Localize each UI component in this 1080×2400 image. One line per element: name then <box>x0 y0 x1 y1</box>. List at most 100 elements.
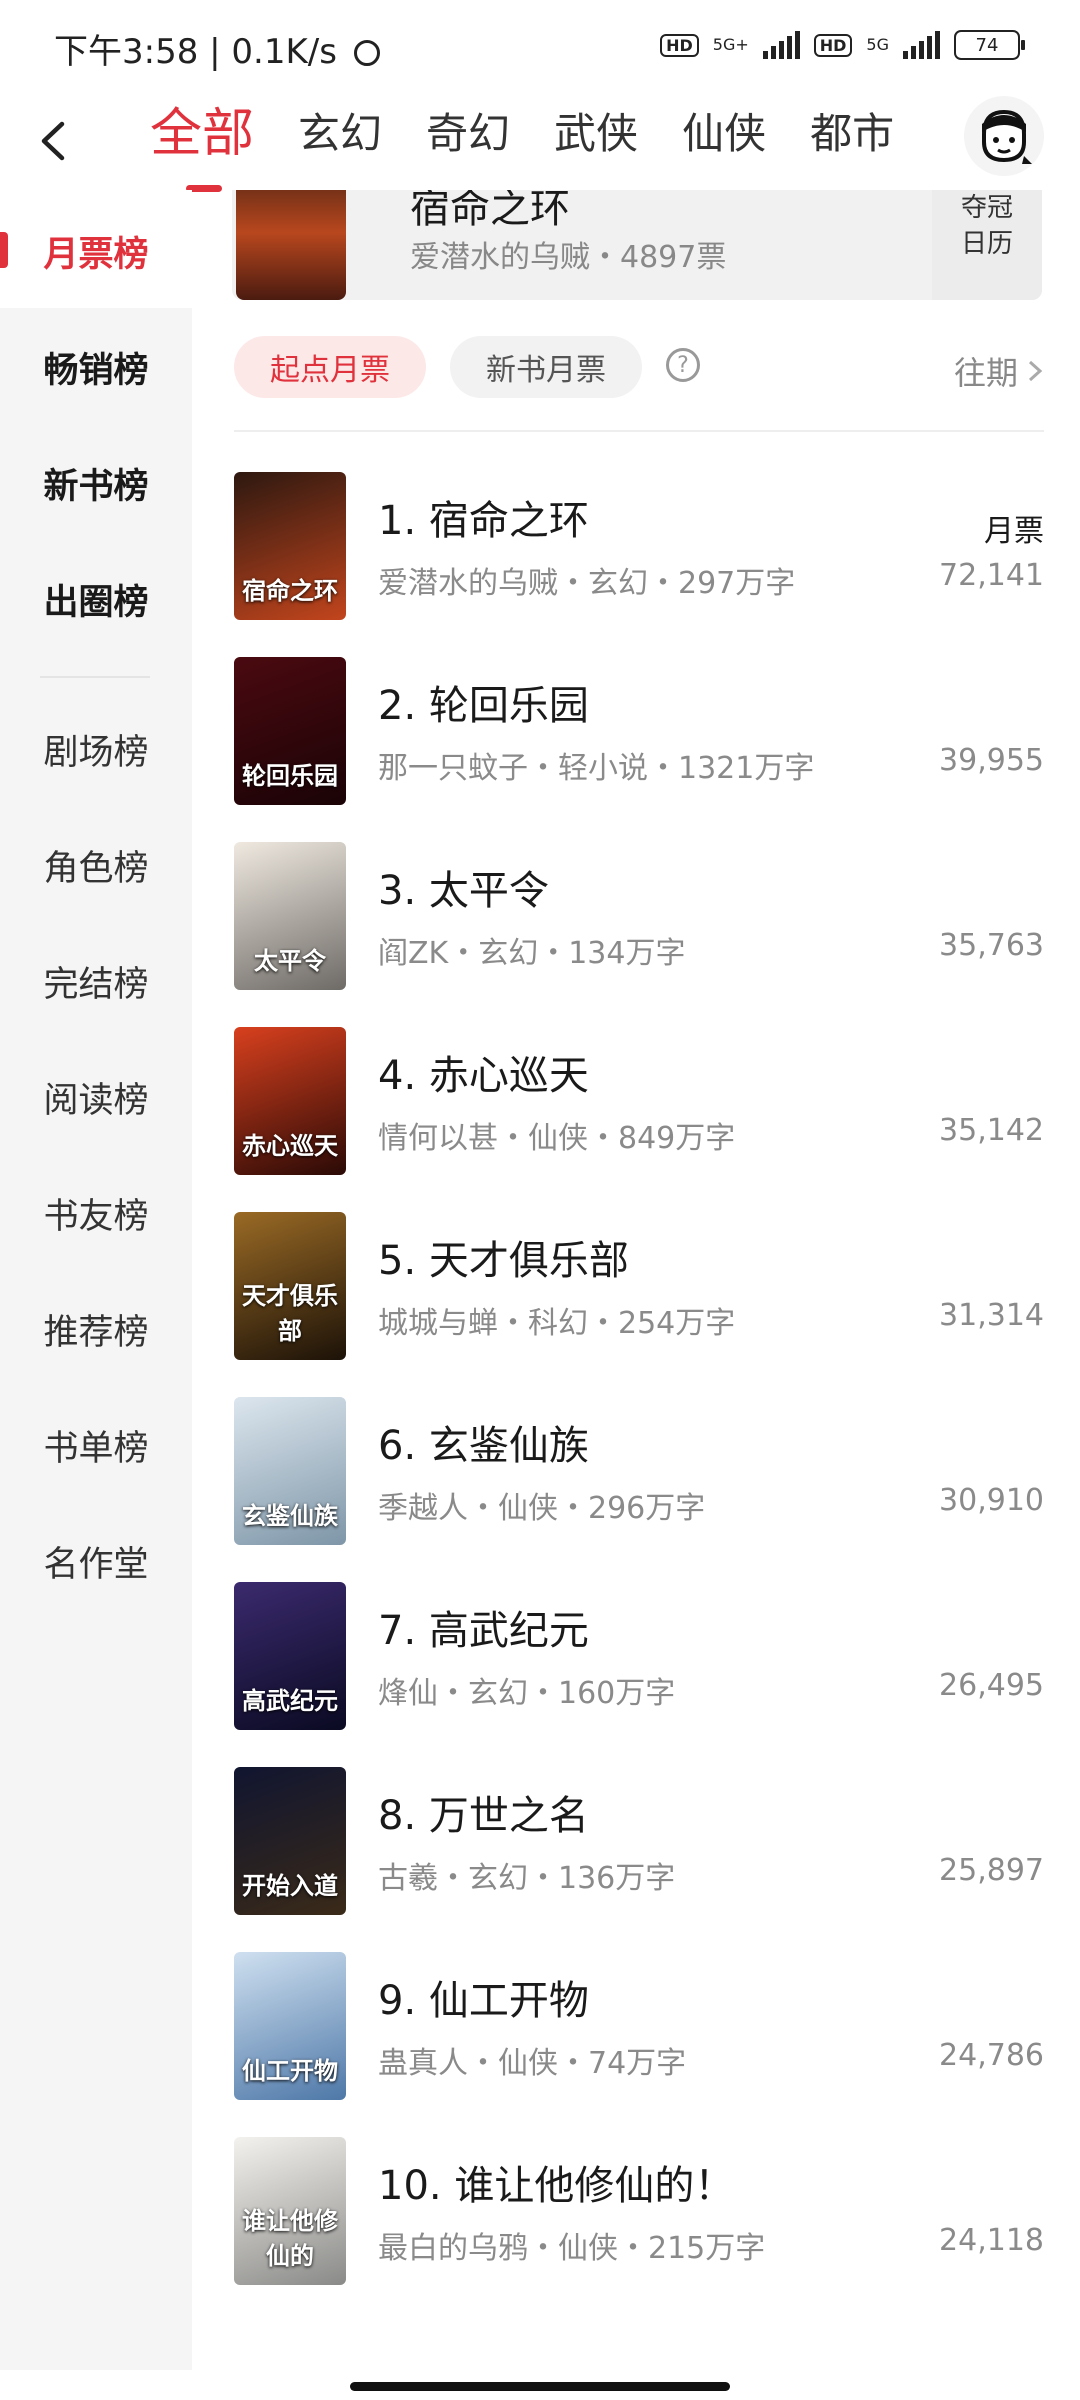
ticket-count: 25,897 <box>939 1853 1044 1888</box>
ticket-count: 24,786 <box>939 2038 1044 2073</box>
ticket-count: 31,314 <box>939 1298 1044 1333</box>
tab-xianxia[interactable]: 仙侠 <box>682 104 766 164</box>
battery-level: 74 <box>975 34 999 56</box>
book-cover[interactable]: 仙工开物 <box>234 1952 346 2100</box>
alarm-icon <box>353 40 380 66</box>
cover-title: 仙工开物 <box>242 2056 338 2085</box>
book-title[interactable]: 3. 太平令 <box>378 858 549 916</box>
category-tabs: 全部 玄幻 奇幻 武侠 仙侠 都市 <box>150 104 938 192</box>
ticket-label: 月票 <box>984 514 1044 549</box>
battery-icon: 74 <box>954 30 1025 60</box>
list-item[interactable]: 玄鉴仙族 6. 玄鉴仙族季越人・仙侠・296万字 30,910 <box>234 1397 1044 1547</box>
status-time-speed: 下午3:58 | 0.1K/s <box>54 24 380 73</box>
cover-title: 高武纪元 <box>242 1686 338 1715</box>
sidebar-item-hall-of-fame[interactable]: 名作堂 <box>0 1536 192 1587</box>
chip-qidian-monthly[interactable]: 起点月票 <box>234 336 426 398</box>
tab-all[interactable]: 全部 <box>150 104 254 192</box>
champion-banner[interactable]: 宿命之环 爱潜水的乌贼・4897票 夺冠 日历 <box>232 190 1042 300</box>
help-icon[interactable]: ? <box>666 348 700 382</box>
banner-title: 宿命之环 <box>410 190 570 232</box>
book-meta: 蛊真人・仙侠・74万字 <box>378 2046 687 2081</box>
tab-xuanhuan[interactable]: 玄幻 <box>298 104 382 164</box>
banner-book-cover <box>236 190 346 300</box>
signal-icon-2 <box>903 31 940 59</box>
book-title[interactable]: 7. 高武纪元 <box>378 1598 589 1656</box>
book-cover[interactable]: 天才俱乐部 <box>234 1212 346 1360</box>
calendar-label-2: 日历 <box>960 229 1013 259</box>
list-item[interactable]: 天才俱乐部 5. 天才俱乐部 城城与蝉・科幻・254万字 31,314 <box>234 1212 1044 1362</box>
ticket-count: 30,910 <box>939 1483 1044 1518</box>
book-meta: 那一只蚊子・轻小说・1321万字 <box>378 751 815 786</box>
book-meta: 最白的乌鸦・仙侠・215万字 <box>378 2231 766 2266</box>
tab-dushi[interactable]: 都市 <box>810 104 894 164</box>
book-cover[interactable]: 太平令 <box>234 842 346 990</box>
past-periods-link[interactable]: 往期 <box>954 348 1044 394</box>
book-cover[interactable]: 开始入道 <box>234 1767 346 1915</box>
ticket-count: 24,118 <box>939 2223 1044 2258</box>
list-item[interactable]: 太平令 3. 太平令 阎ZK・玄幻・134万字 35,763 <box>234 842 1044 992</box>
list-item[interactable]: 赤心巡天 4. 赤心巡天 情何以甚・仙侠・849万字 35,142 <box>234 1027 1044 1177</box>
cover-title: 开始入道 <box>242 1871 338 1900</box>
list-item[interactable]: 仙工开物 9. 仙工开物蛊真人・仙侠・74万字 24,786 <box>234 1952 1044 2102</box>
sidebar-item-readers[interactable]: 书友榜 <box>0 1188 192 1239</box>
sidebar-item-character[interactable]: 角色榜 <box>0 840 192 891</box>
book-cover[interactable]: 玄鉴仙族 <box>234 1397 346 1545</box>
book-cover[interactable]: 赤心巡天 <box>234 1027 346 1175</box>
book-meta: 季越人・仙侠・296万字 <box>378 1491 706 1526</box>
divider <box>234 430 1044 432</box>
sidebar-item-booklist[interactable]: 书单榜 <box>0 1420 192 1471</box>
book-cover[interactable]: 宿命之环 <box>234 472 346 620</box>
book-title[interactable]: 2. 轮回乐园 <box>378 673 589 731</box>
cover-title: 赤心巡天 <box>242 1131 338 1160</box>
cover-title: 宿命之环 <box>242 576 338 605</box>
list-item[interactable]: 开始入道 8. 万世之名 古羲・玄幻・136万字 25,897 <box>234 1767 1044 1917</box>
book-meta: 爱潜水的乌贼・玄幻・297万字 <box>378 566 796 601</box>
chevron-left-icon <box>41 121 65 161</box>
list-item[interactable]: 高武纪元 7. 高武纪元 烽仙・玄幻・160万字 26,495 <box>234 1582 1044 1732</box>
book-cover[interactable]: 高武纪元 <box>234 1582 346 1730</box>
sidebar-item-bestseller[interactable]: 畅销榜 <box>0 342 192 393</box>
avatar-icon <box>982 109 1032 164</box>
book-title[interactable]: 1. 宿命之环 <box>378 488 589 546</box>
book-title[interactable]: 5. 天才俱乐部 <box>378 1228 629 1286</box>
list-item[interactable]: 谁让他修仙的 10. 谁让他修仙的！ 最白的乌鸦・仙侠・215万字 24,118 <box>234 2137 1044 2287</box>
home-indicator[interactable] <box>350 2382 730 2391</box>
hd-badge: HD <box>660 33 699 57</box>
book-cover[interactable]: 谁让他修仙的 <box>234 2137 346 2285</box>
back-button[interactable] <box>30 116 80 166</box>
book-title[interactable]: 8. 万世之名 <box>378 1783 589 1841</box>
status-text: 下午3:58 | 0.1K/s <box>54 32 337 72</box>
book-title[interactable]: 6. 玄鉴仙族 <box>378 1413 589 1471</box>
sidebar-item-completed[interactable]: 完结榜 <box>0 956 192 1007</box>
sidebar-item-breakout[interactable]: 出圈榜 <box>0 574 192 625</box>
list-item[interactable]: 轮回乐园 2. 轮回乐园 那一只蚊子・轻小说・1321万字 39,955 <box>234 657 1044 807</box>
sidebar-divider <box>40 676 150 678</box>
cover-title: 谁让他修仙的 <box>242 2206 338 2270</box>
list-item[interactable]: 宿命之环 1. 宿命之环 爱潜水的乌贼・玄幻・297万字 月票 72,141 <box>234 472 1044 622</box>
book-title[interactable]: 9. 仙工开物 <box>378 1968 589 2026</box>
ticket-count: 35,142 <box>939 1113 1044 1148</box>
sidebar-item-monthly-ticket[interactable]: 月票榜 <box>0 226 192 277</box>
filter-row: 起点月票 新书月票 ? 往期 <box>234 336 1044 400</box>
signal-icon <box>762 31 800 59</box>
tab-qihuan[interactable]: 奇幻 <box>426 104 510 164</box>
top-nav: 全部 玄幻 奇幻 武侠 仙侠 都市 <box>0 96 1080 192</box>
book-meta: 烽仙・玄幻・160万字 <box>378 1676 676 1711</box>
ranking-sidebar: 月票榜 畅销榜 新书榜 出圈榜 剧场榜 角色榜 完结榜 阅读榜 书友榜 推荐榜 … <box>0 190 192 2370</box>
chip-newbook-monthly[interactable]: 新书月票 <box>450 336 642 398</box>
network-type-2: 5G <box>866 35 889 54</box>
avatar-button[interactable] <box>964 96 1044 176</box>
calendar-label-1: 夺冠 <box>960 193 1013 223</box>
champion-calendar-button[interactable]: 夺冠 日历 <box>932 190 1042 300</box>
book-title[interactable]: 10. 谁让他修仙的！ <box>378 2153 734 2211</box>
status-indicators: HD 5G+ HD 5G 74 <box>660 30 1025 60</box>
book-cover[interactable]: 轮回乐园 <box>234 657 346 805</box>
sidebar-item-reading[interactable]: 阅读榜 <box>0 1072 192 1123</box>
book-title[interactable]: 4. 赤心巡天 <box>378 1043 589 1101</box>
sidebar-item-recommend[interactable]: 推荐榜 <box>0 1304 192 1355</box>
sidebar-item-new-books[interactable]: 新书榜 <box>0 458 192 509</box>
sidebar-item-theater[interactable]: 剧场榜 <box>0 724 192 775</box>
tab-wuxia[interactable]: 武侠 <box>554 104 638 164</box>
cover-title: 天才俱乐部 <box>242 1281 338 1345</box>
book-meta: 阎ZK・玄幻・134万字 <box>378 936 686 971</box>
